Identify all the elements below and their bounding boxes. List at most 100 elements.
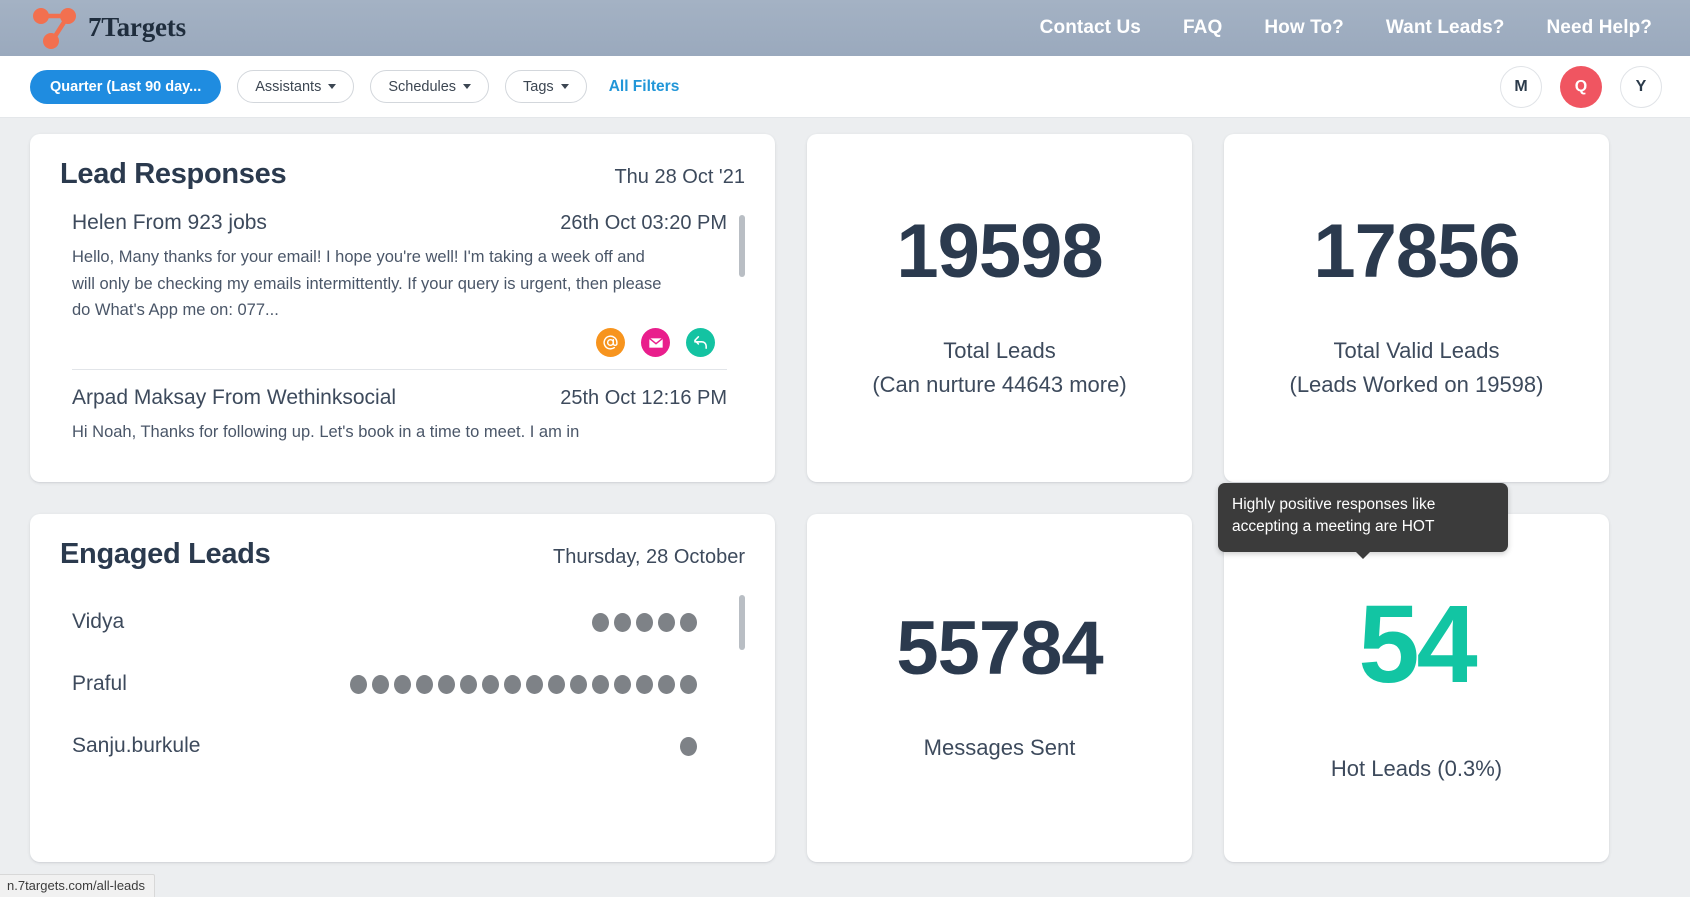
engaged-leads-list: Vidya Praful Sanju.burkule	[60, 579, 749, 851]
lead-response-item: Helen From 923 jobs 26th Oct 03:20 PM He…	[72, 211, 727, 361]
brand-logo[interactable]: 7Targets	[28, 0, 186, 56]
engagement-dot	[636, 674, 653, 694]
engagement-dot	[680, 674, 697, 694]
lead-response-name[interactable]: Helen From 923 jobs	[72, 211, 267, 235]
total-valid-leads-label: Total Valid Leads	[1333, 337, 1500, 363]
avatar-m[interactable]: M	[1500, 65, 1542, 108]
tags-filter-label: Tags	[523, 78, 554, 95]
engagement-dot	[680, 612, 697, 632]
engagement-dot	[482, 674, 499, 694]
engagement-dot	[592, 674, 609, 694]
assistants-filter-chip[interactable]: Assistants	[237, 70, 355, 103]
list-divider	[72, 369, 727, 371]
engagement-dot	[592, 612, 609, 632]
total-leads-sublabel: (Can nurture 44643 more)	[872, 372, 1127, 397]
engagement-dot	[658, 674, 675, 694]
engagement-dot	[548, 674, 565, 694]
chevron-down-icon	[328, 84, 337, 89]
engagement-dot	[460, 674, 477, 694]
engagement-dot	[372, 674, 389, 694]
engaged-leads-scrollbar[interactable]	[739, 595, 745, 650]
engaged-lead-name[interactable]: Sanju.burkule	[72, 734, 200, 758]
total-leads-card: 19598 Total Leads (Can nurture 44643 mor…	[807, 134, 1192, 482]
engagement-dot	[614, 674, 631, 694]
lead-response-name[interactable]: Arpad Maksay From Wethinksocial	[72, 386, 396, 410]
engaged-lead-row: Vidya	[72, 591, 727, 653]
assistants-filter-label: Assistants	[255, 78, 322, 95]
total-valid-leads-sublabel: (Leads Worked on 19598)	[1289, 372, 1544, 397]
engaged-lead-row: Praful	[72, 653, 727, 715]
engaged-leads-title: Engaged Leads	[60, 538, 271, 570]
engagement-dot	[570, 674, 587, 694]
total-leads-value: 19598	[896, 208, 1103, 294]
engagement-dots	[680, 736, 697, 756]
engagement-dots	[592, 612, 697, 632]
engaged-lead-name[interactable]: Praful	[72, 672, 127, 696]
chevron-down-icon	[560, 84, 569, 89]
schedules-filter-chip[interactable]: Schedules	[370, 70, 490, 103]
messages-sent-label: Messages Sent	[923, 734, 1076, 760]
tags-filter-chip[interactable]: Tags	[505, 70, 587, 103]
hot-leads-label: Hot Leads (0.3%)	[1330, 755, 1503, 781]
engagement-dot	[614, 612, 631, 632]
all-filters-link[interactable]: All Filters	[609, 78, 680, 96]
engaged-leads-card: Engaged Leads Thursday, 28 October Vidya…	[30, 514, 775, 862]
envelope-icon[interactable]	[641, 328, 670, 358]
engagement-dot	[416, 674, 433, 694]
lead-response-item: Arpad Maksay From Wethinksocial 25th Oct…	[72, 386, 727, 450]
hot-leads-tooltip: Highly positive responses like accepting…	[1218, 483, 1508, 559]
lead-responses-header: Lead Responses Thu 28 Oct '21	[60, 158, 749, 191]
lead-responses-scrollbar[interactable]	[739, 215, 745, 277]
hot-leads-value: 54	[1358, 582, 1477, 706]
lead-response-snippet: Hi Noah, Thanks for following up. Let's …	[72, 423, 580, 442]
at-sign-icon[interactable]	[596, 328, 625, 358]
engagement-dot	[658, 612, 675, 632]
engaged-leads-date: Thursday, 28 October	[553, 546, 745, 568]
seven-targets-network-logo-icon	[33, 8, 76, 49]
lead-response-time: 26th Oct 03:20 PM	[560, 212, 727, 234]
engaged-lead-row: Sanju.burkule	[72, 715, 727, 777]
engagement-dot	[504, 674, 521, 694]
nav-link-faq[interactable]: FAQ	[1183, 17, 1222, 39]
avatar-group: M Q Y	[1500, 65, 1662, 108]
lead-responses-list: Helen From 923 jobs 26th Oct 03:20 PM He…	[60, 199, 749, 471]
engaged-lead-name[interactable]: Vidya	[72, 610, 124, 634]
lead-response-header: Helen From 923 jobs 26th Oct 03:20 PM	[72, 211, 727, 235]
engagement-dot	[438, 674, 455, 694]
top-navigation-bar: 7Targets Contact Us FAQ How To? Want Lea…	[0, 0, 1690, 56]
engagement-dot	[636, 612, 653, 632]
schedules-filter-label: Schedules	[388, 78, 457, 95]
nav-link-need-help[interactable]: Need Help?	[1546, 17, 1652, 39]
lead-response-time: 25th Oct 12:16 PM	[560, 387, 727, 410]
avatar-y[interactable]: Y	[1620, 65, 1662, 108]
engagement-dots	[350, 674, 697, 694]
messages-sent-card: 55784 Messages Sent	[807, 514, 1192, 862]
engagement-dot	[394, 674, 411, 694]
reply-arrow-icon[interactable]	[686, 328, 715, 358]
hot-leads-card: 54 Hot Leads (0.3%)	[1224, 514, 1609, 862]
lead-responses-title: Lead Responses	[60, 158, 287, 190]
lead-response-snippet: Hello, Many thanks for your email! I hop…	[72, 248, 662, 320]
total-valid-leads-value: 17856	[1313, 208, 1520, 294]
total-valid-leads-card: 17856 Total Valid Leads (Leads Worked on…	[1224, 134, 1609, 482]
total-leads-label: Total Leads	[943, 337, 1056, 363]
chevron-down-icon	[463, 84, 472, 89]
lead-responses-card: Lead Responses Thu 28 Oct '21 Helen From…	[30, 134, 775, 482]
top-nav-links: Contact Us FAQ How To? Want Leads? Need …	[1040, 17, 1660, 39]
browser-status-bar-url: n.7targets.com/all-leads	[0, 874, 156, 897]
nav-link-how-to[interactable]: How To?	[1264, 17, 1344, 39]
brand-name: 7Targets	[88, 11, 186, 42]
lead-responses-date: Thu 28 Oct '21	[614, 166, 745, 188]
engagement-dot	[680, 736, 697, 756]
nav-link-want-leads[interactable]: Want Leads?	[1386, 17, 1505, 39]
nav-link-contact-us[interactable]: Contact Us	[1040, 17, 1141, 39]
engagement-dot	[350, 674, 367, 694]
lead-response-header: Arpad Maksay From Wethinksocial 25th Oct…	[72, 386, 727, 410]
messages-sent-value: 55784	[896, 605, 1103, 691]
filter-bar: Quarter (Last 90 day... Assistants Sched…	[0, 56, 1690, 118]
lead-response-actions	[72, 328, 727, 358]
engagement-dot	[526, 674, 543, 694]
date-range-filter-chip[interactable]: Quarter (Last 90 day...	[30, 69, 222, 104]
avatar-q[interactable]: Q	[1560, 65, 1602, 108]
engaged-leads-header: Engaged Leads Thursday, 28 October	[60, 538, 749, 571]
